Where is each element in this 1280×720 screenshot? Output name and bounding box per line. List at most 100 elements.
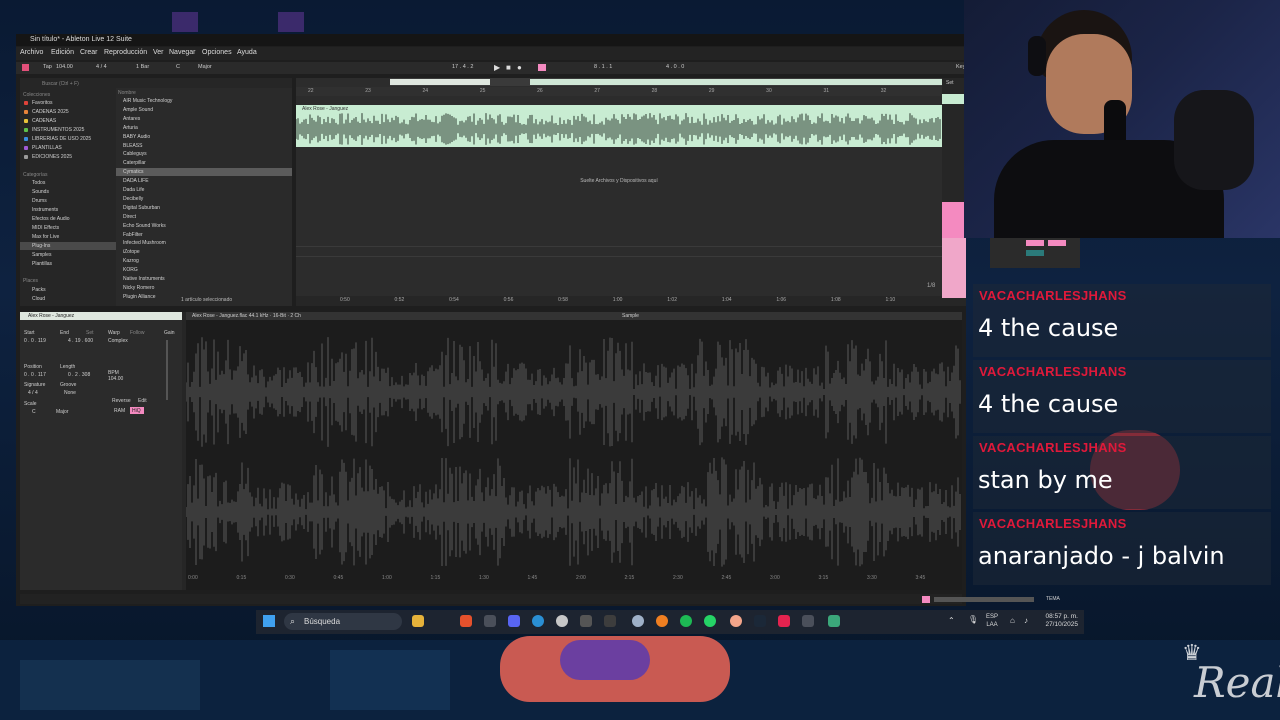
sample-time-ruler[interactable]: 0:00 0:15 0:30 0:45 1:00 1:15 1:30 1:45 2:00 2:15… [186,574,962,584]
browser-item[interactable]: Echo Sound Works [123,223,166,229]
taskbar-search[interactable]: ⌕ Búsqueda [284,613,402,630]
length-value[interactable]: 0 . 2 . 308 [68,372,90,378]
app-icon[interactable] [632,615,644,627]
beat-ruler[interactable]: 22 23 24 25 26 27 28 29 30 31 32 [296,87,942,96]
discord-icon[interactable] [508,615,520,627]
song-position[interactable]: 17 . 4 . 2 [452,64,473,70]
place-cloud[interactable]: Cloud [32,296,45,302]
collection-item[interactable]: Favoritos [32,100,53,106]
place-packs[interactable]: Packs [32,287,46,293]
browser-item[interactable]: Ample Sound [123,107,153,113]
category-plugins[interactable]: Plug-Ins [32,243,50,249]
loop-icon[interactable] [538,64,546,71]
sample-tab[interactable]: Sample [622,313,639,319]
menu-opciones[interactable]: Opciones [202,49,232,56]
audio-clip[interactable]: Alex Rose - Janguez [296,105,942,147]
play-icon[interactable]: ▶ [494,63,500,72]
category-samples[interactable]: Samples [32,252,51,258]
menu-ver[interactable]: Ver [153,49,164,56]
loop-start-field[interactable]: 8 . 1 . 1 [594,64,612,70]
name-column-header[interactable]: Nombre [118,90,136,96]
key-field[interactable]: C [176,64,180,70]
category-audio-effects[interactable]: Efectos de Audio [32,216,70,222]
collection-item[interactable]: LIBRERIAS DE USO 2025 [32,136,91,142]
meter-field[interactable]: 4 / 4 [96,64,107,70]
collection-item[interactable]: CADENAS [32,118,56,124]
track-header-main[interactable] [942,94,966,104]
browser-item[interactable]: Kazrog [123,258,139,264]
collection-item[interactable]: EDICIONES 2025 [32,154,72,160]
menu-edicion[interactable]: Edición [51,49,74,56]
start-value[interactable]: 0 . 0 . 119 [24,338,46,344]
set-button[interactable]: Set [946,80,954,86]
obs-icon[interactable] [556,615,568,627]
tempo-field[interactable]: 104.00 [56,64,73,70]
network-icon[interactable]: ⌂ [1010,616,1015,625]
windows-start-icon[interactable] [263,615,275,627]
warp-mode-menu[interactable]: Complex [108,338,128,344]
app-icon[interactable] [730,615,742,627]
browser-item[interactable]: Dada Life [123,187,144,193]
clip-scale-menu[interactable]: Major [56,409,69,415]
menu-ayuda[interactable]: Ayuda [237,49,257,56]
browser-item[interactable]: Caterpillar [123,160,146,166]
track-header-pink[interactable] [942,202,966,238]
ext-sync-icon[interactable] [22,64,29,71]
browser-item[interactable]: Cableguys [123,151,147,157]
reverse-button[interactable]: Reverse [112,398,131,404]
return-track-pink[interactable] [942,238,966,298]
hiq-button-bg[interactable]: HiQ [130,407,144,414]
language-indicator[interactable]: ESP LAA [986,613,998,629]
overview-viewport[interactable] [390,79,490,85]
browser-item[interactable]: BABY Audio [123,134,150,140]
time-ruler[interactable]: 0:50 0:52 0:54 0:56 0:58 1:00 1:02 1:04 1:06 1:08… [296,296,942,306]
brave-browser-icon[interactable] [460,615,472,627]
whatsapp-icon[interactable] [704,615,716,627]
browser-item[interactable]: Digital Suburban [123,205,160,211]
edit-button[interactable]: Edit [138,398,147,404]
menu-reproduccion[interactable]: Reproducción [104,49,147,56]
browser-item[interactable]: KORG [123,267,138,273]
taskbar-clock[interactable]: 08:57 p. m. 27/10/2025 [1045,613,1078,629]
scale-field[interactable]: Major [198,64,212,70]
browser-item[interactable]: BLEASS [123,143,142,149]
browser-item[interactable]: Arturia [123,125,138,131]
browser-item[interactable]: Native Instruments [123,276,165,282]
browser-search[interactable]: Buscar (Ctrl + F) [42,81,79,87]
spotify-icon[interactable] [680,615,692,627]
file-explorer-icon[interactable] [412,615,424,627]
live-app-icon[interactable] [484,615,496,627]
bpm-value[interactable]: 104.00 [108,376,123,382]
overview-bar[interactable] [390,78,942,86]
telegram-icon[interactable] [532,615,544,627]
category-sounds[interactable]: Sounds [32,189,49,195]
category-drums[interactable]: Drums [32,198,47,204]
browser-item[interactable]: Infected Mushroom [123,240,166,246]
app-icon[interactable] [580,615,592,627]
browser-item[interactable]: Plugin Alliance [123,294,156,300]
browser-item[interactable]: Cymatics [123,169,144,175]
volume-icon[interactable]: ♪ [1024,616,1028,625]
end-value[interactable]: 4 . 19 . 600 [68,338,93,344]
sample-waveform[interactable] [186,332,962,572]
groove-menu[interactable]: None [64,390,76,396]
tap-button[interactable]: Tap [43,64,52,70]
set-start-button[interactable]: Set [86,330,94,336]
collection-item[interactable]: CADENAS 2025 [32,109,69,115]
tiktok-icon[interactable] [778,615,790,627]
browser-item[interactable]: DADA LIFE [123,178,149,184]
category-max-for-live[interactable]: Max for Live [32,234,59,240]
app-icon[interactable] [604,615,616,627]
follow-button[interactable]: Follow [130,330,144,336]
browser-item[interactable]: AIR Music Technology [123,98,172,104]
quantize-menu[interactable]: 1 Bar [136,64,149,70]
position-value[interactable]: 0 . 0 . 117 [24,372,46,378]
category-todos[interactable]: Todos [32,180,45,186]
browser-item[interactable]: Decibelly [123,196,143,202]
browser-item[interactable]: Direct [123,214,136,220]
signature-value[interactable]: 4 / 4 [28,390,38,396]
ram-button[interactable]: RAM [114,408,125,414]
ableton-live-icon[interactable] [802,615,814,627]
category-midi-effects[interactable]: MIDI Effects [32,225,59,231]
menu-archivo[interactable]: Archivo [20,49,43,56]
